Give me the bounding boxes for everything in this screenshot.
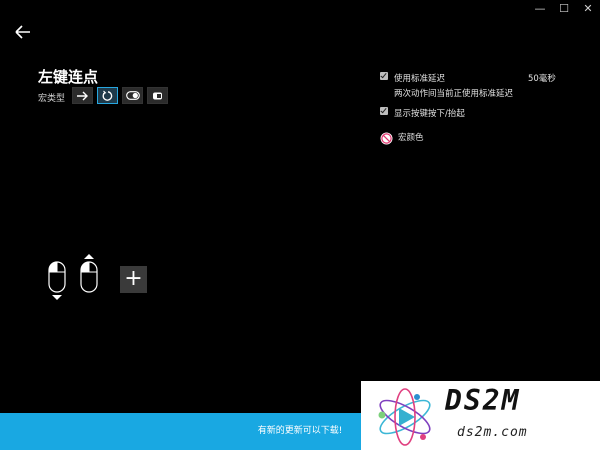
no-color-icon xyxy=(380,132,393,145)
macro-color-label: 宏颜色 xyxy=(398,133,424,143)
arrow-right-icon xyxy=(77,91,88,100)
macro-type-repeat-button[interactable] xyxy=(97,87,118,104)
arrow-left-icon xyxy=(15,25,30,39)
watermark: DS2M ds2m.com xyxy=(361,381,600,450)
add-step-button[interactable]: + xyxy=(120,266,147,293)
macro-color-swatch[interactable] xyxy=(380,130,393,145)
watermark-url: ds2m.com xyxy=(457,425,528,440)
use-standard-delay-checkbox[interactable] xyxy=(380,72,388,80)
delay-note: 两次动作间当前正使用标准延迟 xyxy=(394,89,514,99)
toggle-icon xyxy=(125,91,140,100)
window-controls: — ☐ ✕ xyxy=(528,0,600,18)
page-title: 左键连点 xyxy=(38,68,99,86)
macro-type-hold-button[interactable] xyxy=(147,87,168,104)
sequence-step-left-release[interactable] xyxy=(79,252,99,294)
atom-logo-icon xyxy=(378,388,431,446)
show-key-press-label: 显示按键按下/抬起 xyxy=(394,109,465,119)
minimize-button[interactable]: — xyxy=(528,0,552,18)
hold-icon xyxy=(152,92,162,99)
mouse-left-press-icon xyxy=(48,261,66,300)
close-button[interactable]: ✕ xyxy=(576,0,600,18)
macro-type-sequence-button[interactable] xyxy=(72,87,93,104)
maximize-button[interactable]: ☐ xyxy=(552,0,576,18)
use-standard-delay-label: 使用标准延迟 xyxy=(394,74,446,84)
mouse-left-release-icon xyxy=(80,254,98,293)
delay-value[interactable]: 50毫秒 xyxy=(528,72,556,84)
macro-type-selector xyxy=(72,87,168,104)
back-button[interactable] xyxy=(14,24,32,40)
sequence-step-left-press[interactable] xyxy=(47,260,67,302)
show-key-press-checkbox[interactable] xyxy=(380,107,388,115)
watermark-brand: DS2M xyxy=(445,384,521,417)
repeat-icon xyxy=(102,90,112,101)
macro-type-label: 宏类型 xyxy=(38,94,66,104)
macro-type-toggle-button[interactable] xyxy=(122,87,143,104)
